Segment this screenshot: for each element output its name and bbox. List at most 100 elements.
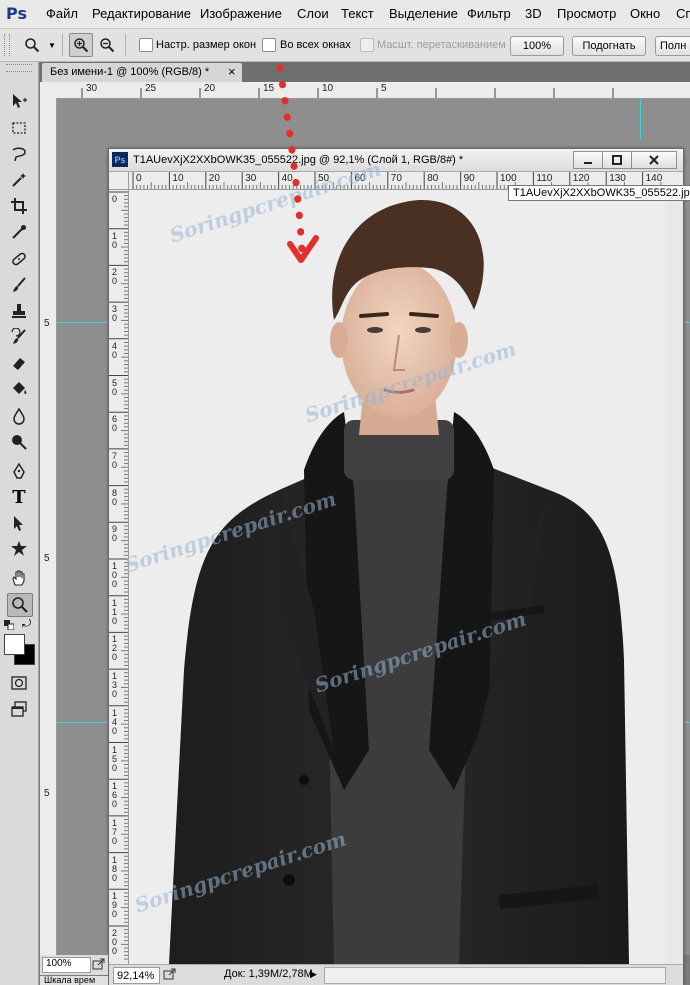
ruler-label: 30 [112, 304, 118, 324]
eraser-tool-icon[interactable] [7, 352, 31, 374]
document-window[interactable]: Ps T1AUevXjX2XXbOWK35_055522.jpg @ 92,1%… [108, 148, 684, 985]
separator [62, 34, 63, 56]
crop-tool-icon[interactable] [7, 195, 31, 217]
ruler-label: 10 [112, 230, 118, 250]
magic-wand-tool-icon[interactable] [7, 169, 31, 191]
ruler-label: 0 [112, 194, 118, 204]
close-window-icon[interactable] [631, 151, 677, 169]
menu-edit[interactable]: Редактирование [92, 6, 191, 21]
outer-horizontal-ruler: 30 25 20 15 10 5 [40, 82, 690, 99]
actual-pixels-button[interactable]: 100% [510, 36, 564, 56]
quick-mask-icon[interactable] [7, 672, 31, 694]
ruler-label: 120 [112, 634, 118, 663]
all-windows-label: Во всех окнах [280, 39, 351, 51]
export-icon[interactable] [92, 958, 106, 973]
toolbox-grip[interactable] [6, 64, 32, 72]
menu-view[interactable]: Просмотр [557, 6, 616, 21]
timeline-panel-tab[interactable]: Шкала врем [40, 976, 108, 985]
brush-tool-icon[interactable] [7, 274, 31, 296]
document-tab[interactable]: Без имени-1 @ 100% (RGB/8) * × [42, 63, 242, 82]
ruler-label: 140 [645, 173, 663, 184]
ruler-label: 130 [609, 173, 626, 184]
resize-windows-label: Настр. размер окон [156, 39, 257, 51]
all-windows-checkbox[interactable] [262, 38, 276, 52]
image-canvas[interactable] [129, 190, 665, 964]
guide-line [57, 322, 108, 323]
zoom-tool-preset-icon[interactable] [20, 33, 44, 57]
fit-screen-button[interactable]: Подогнать [572, 36, 646, 56]
fill-screen-button[interactable]: Полн [655, 36, 690, 56]
ruler-label: 180 [112, 854, 118, 883]
type-tool-icon[interactable]: T [7, 486, 31, 508]
ruler-label: 80 [112, 487, 118, 507]
ruler-label: 30 [245, 173, 257, 184]
minimize-icon[interactable] [573, 151, 603, 169]
document-vertical-ruler: 0 10 20 30 40 50 60 70 80 90 100 110 120 130 140 150 160… [109, 190, 129, 964]
preset-dropdown-icon[interactable]: ▼ [48, 41, 56, 50]
ruler-label: 190 [112, 891, 118, 920]
zoom-level-field[interactable]: 92,14% [113, 967, 160, 984]
shape-tool-icon[interactable] [7, 538, 31, 560]
hand-tool-icon[interactable] [7, 567, 31, 589]
export-icon[interactable] [163, 968, 177, 983]
document-title-bar[interactable]: Ps T1AUevXjX2XXbOWK35_055522.jpg @ 92,1%… [109, 149, 683, 172]
ruler-label: 5 [44, 553, 50, 564]
ruler-label: 100 [112, 561, 118, 589]
history-brush-tool-icon[interactable] [7, 326, 31, 348]
horizontal-scrollbar[interactable] [324, 967, 666, 984]
ruler-label: 130 [112, 671, 118, 700]
document-status-bar: 92,14% Док: 1,39M/2,78M ▶ [109, 964, 683, 985]
pen-tool-icon[interactable] [7, 460, 31, 482]
move-tool-icon[interactable] [7, 90, 31, 112]
menu-file[interactable]: Файл [46, 6, 78, 21]
ruler-label: 5 [44, 788, 50, 799]
ruler-label: 40 [112, 340, 118, 360]
default-colors-icon[interactable] [4, 619, 15, 631]
path-selection-tool-icon[interactable] [7, 512, 31, 534]
ruler-label: 5 [44, 318, 50, 329]
ruler-label: 20 [208, 173, 220, 184]
menu-filter[interactable]: Фильтр [467, 6, 511, 21]
options-bar-grip[interactable] [4, 34, 10, 56]
toolbox: T ⤾ [0, 62, 39, 985]
eyedropper-tool-icon[interactable] [7, 221, 31, 243]
zoom-in-icon[interactable] [69, 33, 93, 57]
separator [125, 34, 126, 56]
guide-line [57, 722, 108, 723]
menu-help[interactable]: Сп [676, 6, 690, 21]
lasso-tool-icon[interactable] [7, 143, 31, 165]
swap-colors-icon[interactable]: ⤾ [22, 618, 31, 631]
blur-tool-icon[interactable] [7, 405, 31, 427]
marquee-tool-icon[interactable] [7, 117, 31, 139]
zoom-tool-icon[interactable] [7, 593, 33, 617]
ruler-label: 80 [427, 173, 439, 184]
background-zoom-field[interactable]: 100% [42, 957, 91, 973]
ruler-label: 5 [381, 83, 387, 94]
menu-image[interactable]: Изображение [200, 6, 282, 21]
menu-select[interactable]: Выделение [389, 6, 458, 21]
dodge-tool-icon[interactable] [7, 431, 31, 453]
menu-layers[interactable]: Слои [297, 6, 329, 21]
foreground-color-swatch[interactable] [4, 634, 25, 655]
ruler-label: 30 [86, 83, 98, 94]
healing-brush-tool-icon[interactable] [7, 248, 31, 270]
stamp-tool-icon[interactable] [7, 300, 31, 322]
photoshop-logo: Ps [6, 4, 27, 23]
ruler-label: 50 [112, 377, 118, 397]
outer-vertical-ruler: 5 5 5 [40, 98, 57, 955]
resize-windows-checkbox[interactable] [139, 38, 153, 52]
menu-window[interactable]: Окно [630, 6, 660, 21]
background-status-bar: 100% [40, 955, 108, 975]
zoom-out-icon[interactable] [95, 33, 119, 57]
paint-bucket-tool-icon[interactable] [7, 378, 31, 400]
menu-type[interactable]: Текст [341, 6, 374, 21]
status-menu-icon[interactable]: ▶ [310, 969, 317, 980]
screen-mode-icon[interactable] [7, 698, 31, 720]
ruler-label: 100 [500, 173, 517, 184]
tab-close-icon[interactable]: × [228, 64, 236, 79]
ruler-label: 60 [112, 414, 118, 434]
maximize-icon[interactable] [602, 151, 632, 169]
document-tab-title: Без имени-1 @ 100% (RGB/8) * [50, 66, 210, 78]
ruler-label: 25 [145, 83, 157, 94]
menu-3d[interactable]: 3D [525, 6, 542, 21]
